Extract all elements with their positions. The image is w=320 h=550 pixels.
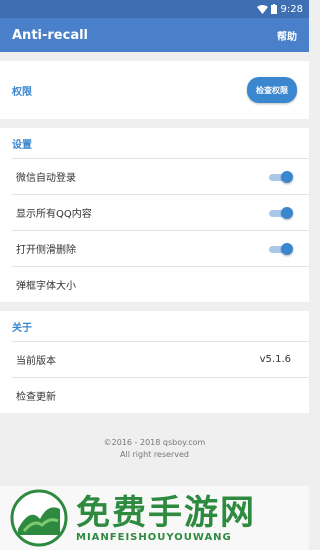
version-label: 当前版本: [16, 356, 56, 367]
permission-card: 权限 检查权限: [0, 61, 309, 119]
check-permission-button[interactable]: 检查权限: [247, 77, 297, 103]
setting-row-wechat-autologin[interactable]: 微信自动登录: [12, 158, 309, 194]
setting-label: 显示所有QQ内容: [16, 209, 92, 220]
setting-label: 弹框字体大小: [16, 281, 76, 292]
version-row: 当前版本 v5.1.6: [12, 341, 309, 377]
rights-text: All right reserved: [120, 450, 189, 459]
setting-row-dialog-font-size[interactable]: 弹框字体大小: [12, 266, 309, 302]
setting-label: 微信自动登录: [16, 173, 76, 184]
swipe-delete-toggle[interactable]: [269, 242, 293, 256]
app-bar: Anti-recall 帮助: [0, 18, 309, 52]
show-qq-content-toggle[interactable]: [269, 206, 293, 220]
wechat-autologin-toggle[interactable]: [269, 170, 293, 184]
watermark-subtitle: MIANFEISHOUYOUWANG: [76, 531, 232, 543]
setting-row-swipe-delete[interactable]: 打开侧滑删除: [12, 230, 309, 266]
check-update-row[interactable]: 检查更新: [12, 377, 309, 413]
app-title: Anti-recall: [12, 27, 89, 43]
check-update-label: 检查更新: [16, 392, 56, 403]
status-time: 9:28: [280, 3, 303, 15]
watermark-logo-icon: [10, 489, 68, 547]
status-icons: [256, 4, 277, 14]
version-value: v5.1.6: [259, 354, 291, 365]
permission-section-title: 权限: [12, 86, 32, 98]
setting-label: 打开侧滑删除: [16, 245, 76, 256]
about-section-title: 关于: [12, 322, 32, 334]
settings-section-title: 设置: [12, 139, 32, 151]
settings-card: 设置 微信自动登录 显示所有QQ内容 打开侧滑删除 弹框字体大小: [0, 128, 309, 302]
copyright-text: ©2016 - 2018 qsboy.com: [103, 438, 206, 447]
help-button[interactable]: 帮助: [277, 28, 297, 43]
battery-icon: [270, 4, 277, 14]
footer: ©2016 - 2018 qsboy.com All right reserve…: [0, 437, 309, 461]
wifi-icon: [256, 4, 268, 14]
watermark-overlay: 免费手游网 MIANFEISHOUYOUWANG: [0, 486, 309, 550]
status-bar: 9:28: [0, 0, 309, 18]
watermark-title: 免费手游网: [76, 492, 256, 533]
setting-row-show-qq[interactable]: 显示所有QQ内容: [12, 194, 309, 230]
about-card: 关于 当前版本 v5.1.6 检查更新: [0, 311, 309, 413]
